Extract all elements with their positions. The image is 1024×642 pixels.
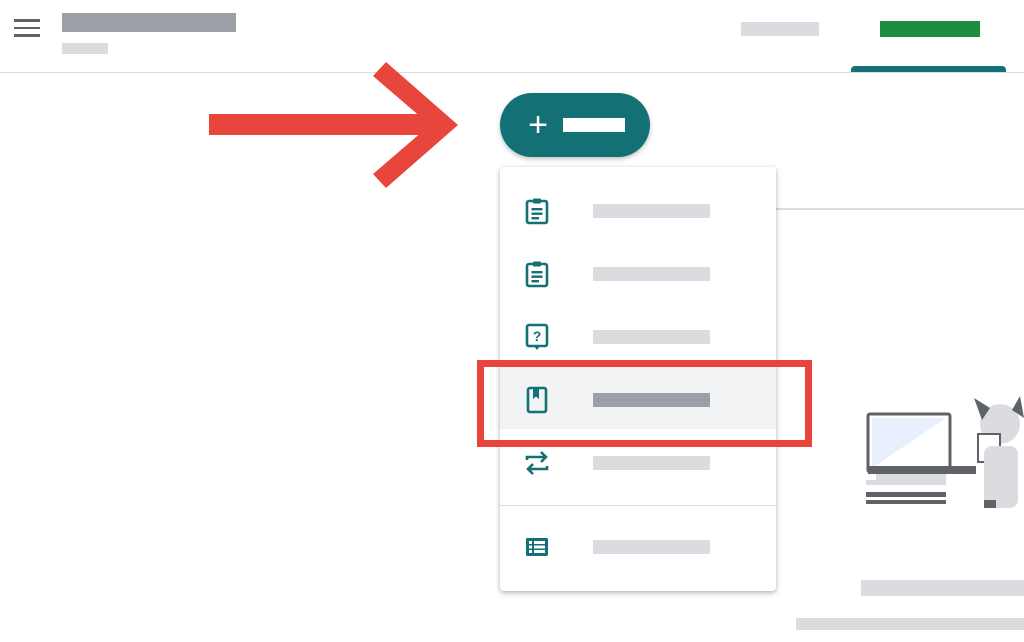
topic-list-icon (526, 538, 548, 556)
tab-stream[interactable] (741, 22, 819, 36)
quiz-assignment-clipboard-icon (525, 261, 549, 288)
section-divider (776, 208, 1024, 210)
menu-item-topic[interactable] (500, 513, 776, 576)
menu-item-label (593, 267, 710, 281)
class-section-text (62, 43, 108, 54)
empty-state-subtext (796, 618, 1024, 630)
create-button-label (563, 118, 625, 132)
red-arrow-annotation (209, 62, 458, 188)
menu-item-label (593, 204, 710, 218)
menu-item-label (593, 330, 710, 344)
hamburger-menu-icon[interactable] (14, 18, 40, 38)
assignment-clipboard-icon (525, 198, 549, 225)
class-name-text (62, 13, 236, 32)
tab-classwork[interactable] (880, 21, 980, 37)
menu-item-label (593, 456, 710, 470)
menu-item-quiz-assignment[interactable] (500, 240, 776, 303)
reuse-post-icon (525, 451, 549, 475)
menu-item-label (593, 540, 710, 554)
menu-item-assignment[interactable] (500, 177, 776, 240)
plus-icon: + (528, 106, 548, 144)
empty-state-illustration (866, 396, 1024, 508)
top-app-bar (0, 0, 1024, 73)
create-button[interactable]: + (500, 93, 650, 157)
menu-item-question[interactable]: ? (500, 303, 776, 366)
active-tab-indicator (851, 66, 1006, 72)
empty-state-text (861, 580, 1024, 596)
question-icon: ? (525, 323, 549, 350)
svg-text:?: ? (533, 328, 542, 344)
menu-divider (500, 505, 776, 506)
highlight-box-annotation (477, 360, 812, 447)
